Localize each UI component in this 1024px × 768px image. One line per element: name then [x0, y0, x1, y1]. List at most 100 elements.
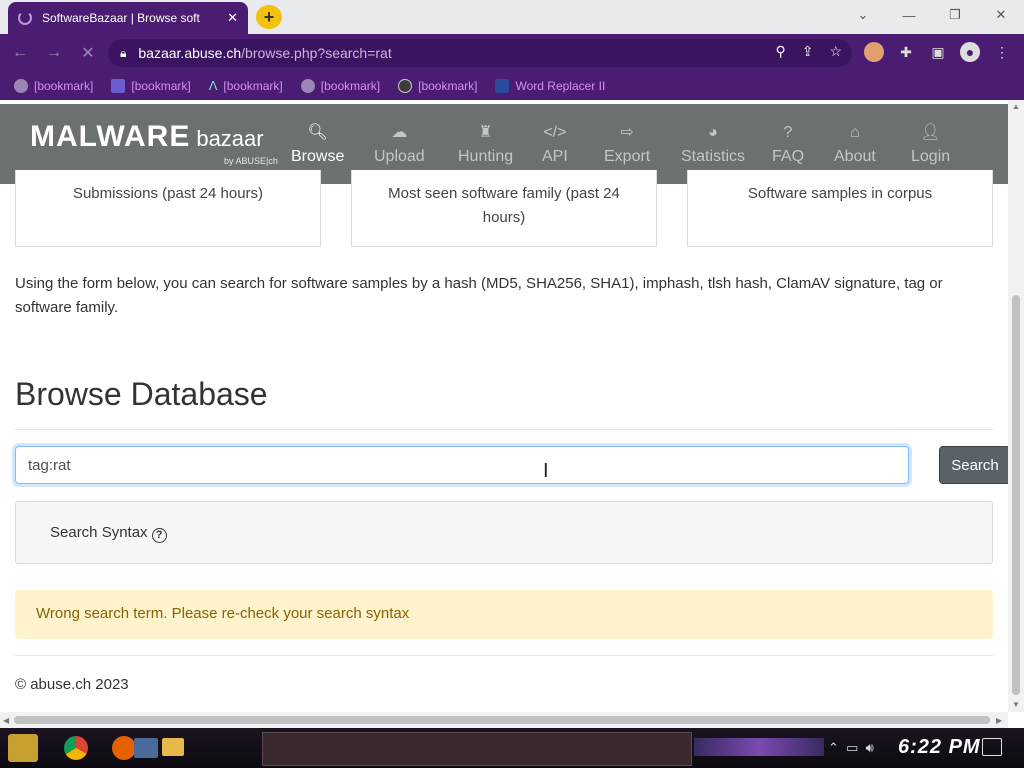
mask-icon — [398, 79, 413, 93]
stop-loading-icon[interactable]: ✕ — [74, 43, 102, 63]
extension-avatar-icon[interactable] — [864, 42, 884, 62]
vertical-scrollbar[interactable]: ▲ ▼ — [1008, 100, 1024, 712]
url-bar[interactable]: 🔒︎ bazaar.abuse.ch/browse.php?search=rat… — [108, 39, 852, 67]
extensions-puzzle-icon[interactable]: ✚ — [896, 42, 916, 62]
code-icon: </> — [543, 124, 567, 141]
bookmark-label: [bookmark] — [131, 79, 191, 93]
browser-tab[interactable]: SoftwareBazaar | Browse soft ✕ — [8, 2, 248, 34]
restore-icon[interactable]: ❐ — [932, 0, 978, 30]
nav-label: Browse — [291, 148, 345, 165]
nav-upload[interactable]: ☁ Upload — [374, 122, 425, 166]
stat-card-label: Most seen software family (past 24 hours… — [388, 185, 620, 226]
stat-card-corpus: Software samples in corpus — [687, 170, 993, 247]
scroll-down-icon[interactable]: ▼ — [1012, 700, 1020, 709]
nav-label: API — [542, 148, 568, 165]
file-export-icon: ⇨ — [620, 124, 634, 141]
tab-close-icon[interactable]: ✕ — [227, 10, 238, 26]
brand-sub: bazaar — [196, 126, 264, 151]
bookmark-item[interactable]: Λ [bookmark] — [209, 79, 283, 94]
nav-hunting[interactable]: ♜ Hunting — [458, 122, 513, 166]
brand-main: MALWARE — [30, 120, 191, 153]
taskbar: ⌃ ▭ 🔊︎ 6:22 PM — [0, 728, 1024, 768]
bookmark-label: [bookmark] — [34, 79, 94, 93]
pie-chart-icon: ◕ — [708, 124, 718, 141]
footer-copyright: © abuse.ch 2023 — [15, 676, 129, 693]
warning-alert: Wrong search term. Please re-check your … — [15, 590, 993, 639]
lock-icon[interactable]: 🔒︎ — [120, 46, 126, 61]
taskbar-thumbnail[interactable] — [262, 732, 692, 766]
bookmark-label: [bookmark] — [223, 79, 283, 93]
firefox-icon[interactable] — [112, 736, 136, 760]
search-icon: 🔍︎ — [307, 124, 328, 141]
side-panel-icon[interactable]: ▣ — [928, 42, 948, 62]
system-tray[interactable]: ⌃ ▭ 🔊︎ — [828, 740, 874, 756]
site-logo[interactable]: MALWARE bazaar by ABUSE|ch — [30, 120, 278, 166]
chrome-icon[interactable] — [64, 736, 88, 760]
nav-about[interactable]: ⌂ About — [834, 122, 876, 166]
building-icon: ⌂ — [850, 124, 860, 141]
notifications-icon[interactable] — [982, 738, 1002, 756]
media-player-icon[interactable] — [134, 738, 158, 758]
question-circle-icon: ? — [151, 528, 167, 543]
nav-label: Export — [604, 148, 651, 165]
horizontal-scroll-thumb[interactable] — [14, 716, 990, 724]
nav-label: About — [834, 148, 876, 165]
tab-title: SoftwareBazaar | Browse soft — [42, 11, 200, 25]
close-window-icon[interactable]: ✕ — [978, 0, 1024, 30]
brand-by: by ABUSE|ch — [224, 156, 278, 166]
scroll-up-icon[interactable]: ▲ — [1012, 102, 1020, 111]
text-cursor-icon: Ι — [543, 460, 549, 482]
user-icon: 👤︎ — [920, 124, 941, 141]
bookmark-item[interactable]: [bookmark] — [300, 79, 380, 93]
file-explorer-icon[interactable] — [162, 738, 184, 756]
nav-browse[interactable]: 🔍︎ Browse — [291, 122, 344, 166]
nav-login[interactable]: 👤︎ Login — [911, 122, 950, 166]
bookmark-label: Word Replacer II — [515, 79, 606, 93]
start-button-icon[interactable] — [8, 734, 38, 762]
search-icon[interactable]: ⚲ — [775, 43, 785, 60]
minimize-icon[interactable]: — — [886, 0, 932, 30]
nav-statistics[interactable]: ◕ Statistics — [681, 122, 745, 166]
url-path: /browse.php?search=rat — [241, 45, 392, 61]
bookmark-item[interactable]: [bookmark] — [398, 79, 477, 93]
search-syntax-panel[interactable]: Search Syntax? — [15, 501, 993, 564]
search-syntax-label: Search Syntax — [50, 524, 148, 541]
bookmarks-bar: [bookmark] [bookmark] Λ [bookmark] [bookm… — [0, 72, 1024, 100]
search-input[interactable] — [15, 446, 909, 484]
search-button[interactable]: Search — [939, 446, 1011, 484]
nav-faq[interactable]: ? FAQ — [772, 122, 804, 166]
divider — [15, 429, 993, 430]
taskbar-decoration — [694, 738, 824, 756]
nav-label: FAQ — [772, 148, 805, 165]
back-icon[interactable]: ← — [6, 44, 34, 62]
url-host: bazaar.abuse.ch — [138, 45, 242, 61]
address-toolbar: ← → ✕ 🔒︎ bazaar.abuse.ch/browse.php?sear… — [0, 34, 1024, 72]
vertical-scroll-thumb[interactable] — [1012, 295, 1020, 695]
bookmark-item[interactable]: [bookmark] — [111, 79, 191, 93]
new-tab-button[interactable]: + — [256, 5, 282, 29]
profile-avatar-icon[interactable]: ● — [960, 42, 980, 62]
stat-card-label: Submissions (past 24 hours) — [72, 185, 264, 202]
horizontal-scrollbar[interactable]: ◀ ▶ — [0, 712, 1008, 728]
scroll-right-icon[interactable]: ▶ — [996, 716, 1002, 725]
nav-label: Hunting — [458, 148, 514, 165]
wr-icon — [495, 79, 510, 93]
globe-icon — [300, 79, 315, 93]
forward-icon[interactable]: → — [40, 44, 68, 62]
taskbar-clock[interactable]: 6:22 PM — [898, 736, 981, 759]
stat-card-label: Software samples in corpus — [747, 185, 933, 202]
nav-api[interactable]: </> API — [542, 122, 568, 166]
bookmark-item[interactable]: [bookmark] — [14, 79, 93, 93]
loading-spinner-icon — [18, 11, 32, 25]
tab-search-icon[interactable]: ⌄ — [840, 0, 886, 30]
nav-export[interactable]: ⇨ Export — [604, 122, 650, 166]
search-syntax-toggle[interactable]: Search Syntax? — [50, 524, 167, 543]
menu-kebab-icon[interactable]: ⋮ — [992, 42, 1012, 62]
share-icon[interactable]: ⇪ — [802, 43, 814, 60]
stat-card-submissions: Submissions (past 24 hours) — [15, 170, 321, 247]
globe-icon — [14, 79, 28, 93]
nav-label: Login — [911, 148, 951, 165]
bookmark-star-icon[interactable]: ☆ — [829, 43, 842, 60]
scroll-left-icon[interactable]: ◀ — [3, 716, 9, 725]
bookmark-item[interactable]: Word Replacer II — [495, 79, 605, 93]
